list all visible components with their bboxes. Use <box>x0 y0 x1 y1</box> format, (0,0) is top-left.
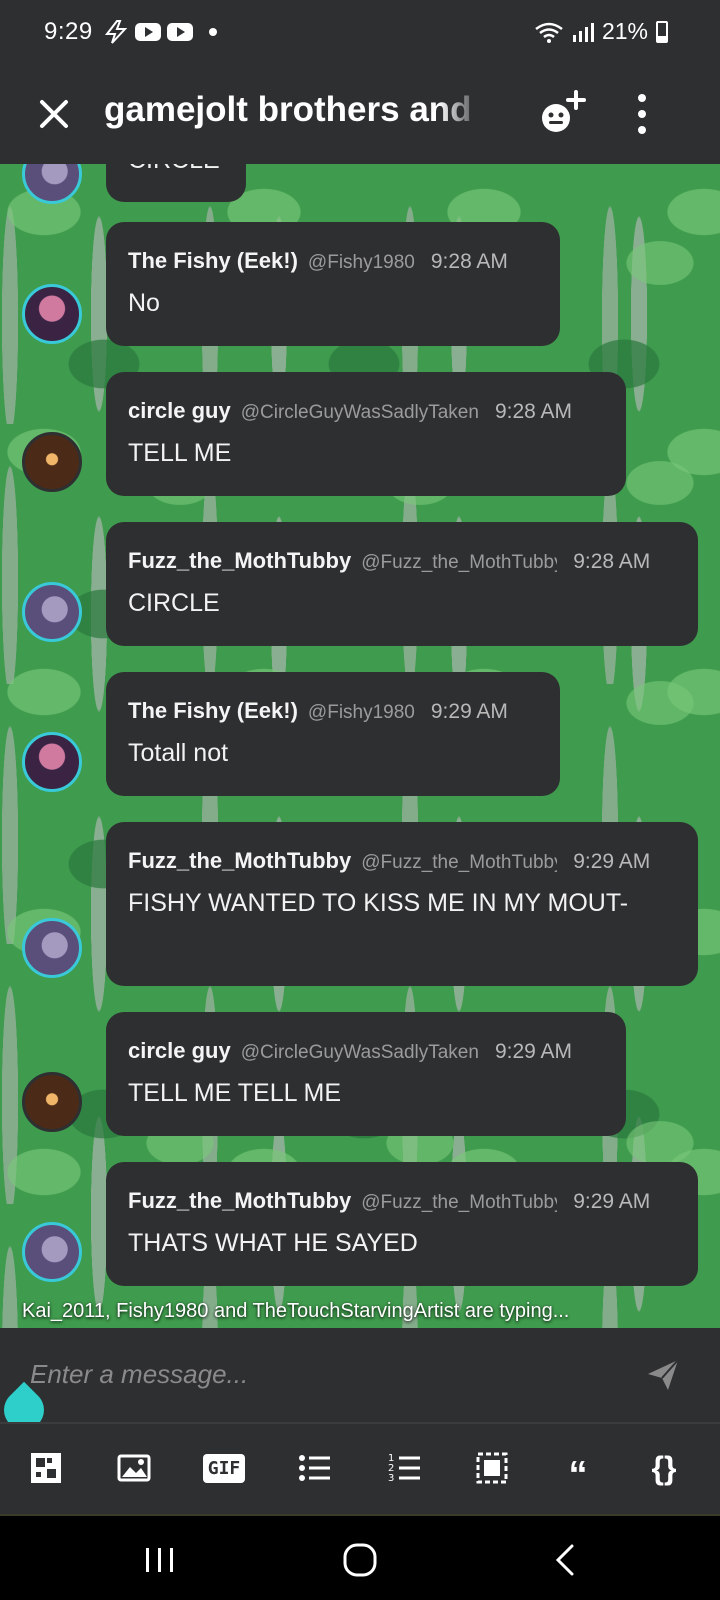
bullet-list-icon <box>299 1455 330 1481</box>
message-handle[interactable]: @CircleGuyWasSadlyTaken <box>241 1042 479 1064</box>
message-time: 9:28 AM <box>573 550 651 573</box>
message-text: TELL ME TELL ME <box>128 1079 342 1107</box>
message-bubble[interactable]: circle guy @CircleGuyWasSadlyTaken 9:29 … <box>106 1012 626 1136</box>
notification-dot-icon <box>208 28 217 36</box>
message-author[interactable]: circle guy <box>128 398 231 424</box>
status-bar: 9:29 21% <box>0 0 720 64</box>
message-text: No <box>128 289 160 317</box>
back-button[interactable] <box>546 1542 586 1578</box>
status-time: 9:29 <box>44 18 93 45</box>
more-options-button[interactable] <box>630 90 654 138</box>
message-text: CIRCLE <box>128 589 220 617</box>
close-icon <box>40 100 68 128</box>
gif-button[interactable]: GIF <box>202 1448 246 1488</box>
recent-apps-button[interactable] <box>140 1542 180 1578</box>
signal-icon <box>572 22 594 42</box>
avatar[interactable] <box>22 918 82 978</box>
message-handle[interactable]: @Fuzz_the_MothTubby <box>361 852 557 874</box>
message-author[interactable]: Fuzz_the_MothTubby <box>128 1188 351 1214</box>
add-member-button[interactable] <box>536 88 588 140</box>
flash-icon <box>104 20 128 44</box>
message-handle[interactable]: @Fishy1980 <box>308 252 415 274</box>
wifi-icon <box>535 22 563 43</box>
message-text: TELL ME <box>128 439 232 467</box>
svg-text:3: 3 <box>388 1473 394 1484</box>
message-author[interactable]: The Fishy (Eek!) <box>128 248 298 274</box>
chat-header: gamejolt brothers and sisters <box>0 64 720 164</box>
message-handle[interactable]: @Fishy1980 <box>308 702 415 724</box>
message-bubble[interactable]: Fuzz_the_MothTubby @Fuzz_the_MothTubby 9… <box>106 522 698 646</box>
quote-icon: “ <box>568 1454 588 1496</box>
message-composer <box>0 1328 720 1422</box>
message-time: 9:28 AM <box>430 250 508 273</box>
spoiler-button[interactable] <box>472 1448 512 1488</box>
message-handle[interactable]: @CircleGuyWasSadlyTaken <box>241 402 479 424</box>
room-title: gamejolt brothers and sisters <box>104 90 484 129</box>
avatar[interactable] <box>22 582 82 642</box>
message-text: Totall not <box>128 739 229 767</box>
code-icon: {} <box>651 1449 677 1486</box>
send-icon <box>648 1359 679 1390</box>
gif-icon: GIF <box>202 1453 246 1483</box>
quote-button[interactable]: “ <box>558 1448 598 1495</box>
image-button[interactable] <box>114 1448 154 1488</box>
back-icon <box>555 1544 574 1576</box>
message-bubble[interactable]: The Fishy (Eek!) @Fishy1980 9:28 AM No <box>106 222 560 346</box>
close-button[interactable] <box>34 94 74 134</box>
message-text: FISHY WANTED TO KISS ME IN MY MOUT- <box>128 889 629 917</box>
sticker-icon <box>31 1453 61 1483</box>
avatar[interactable] <box>22 164 82 204</box>
image-icon <box>117 1454 151 1482</box>
home-icon <box>343 1543 377 1577</box>
youtube-icon <box>166 23 193 41</box>
add-emoji-icon <box>542 90 586 132</box>
message-bubble[interactable]: Fuzz_the_MothTubby @Fuzz_the_MothTubby 9… <box>106 1162 698 1286</box>
send-button[interactable] <box>646 1358 680 1392</box>
more-vertical-icon <box>638 94 646 134</box>
sticker-button[interactable] <box>26 1448 66 1488</box>
message-author[interactable]: Fuzz_the_MothTubby <box>128 548 351 574</box>
message-bubble[interactable]: Fuzz_the_MothTubby @Fuzz_the_MothTubby 9… <box>106 822 698 986</box>
chat-messages[interactable]: CIRCLE The Fishy (Eek!) @Fishy1980 9:28 … <box>0 164 720 1328</box>
home-button[interactable] <box>340 1542 380 1578</box>
message-author[interactable]: Fuzz_the_MothTubby <box>128 848 351 874</box>
message-bubble[interactable]: circle guy @CircleGuyWasSadlyTaken 9:28 … <box>106 372 626 496</box>
message-text: THATS WHAT HE SAYED <box>128 1229 418 1257</box>
formatting-toolbar: GIF 123 “ {} <box>0 1424 720 1514</box>
message-time: 9:29 AM <box>573 850 651 873</box>
message-time: 9:29 AM <box>573 1190 651 1213</box>
message-time: 9:29 AM <box>494 1040 572 1063</box>
battery-icon <box>656 20 668 43</box>
message-bubble[interactable]: The Fishy (Eek!) @Fishy1980 9:29 AM Tota… <box>106 672 560 796</box>
message-author[interactable]: circle guy <box>128 1038 231 1064</box>
typing-indicator: Kai_2011, Fishy1980 and TheTouchStarving… <box>22 1300 570 1322</box>
avatar[interactable] <box>22 1072 82 1132</box>
recent-apps-icon <box>146 1548 173 1572</box>
numbered-list-button[interactable]: 123 <box>384 1448 424 1488</box>
youtube-icon <box>134 23 161 41</box>
spoiler-icon <box>476 1452 508 1484</box>
message-author[interactable]: The Fishy (Eek!) <box>128 698 298 724</box>
message-text: CIRCLE <box>128 164 220 175</box>
avatar[interactable] <box>22 432 82 492</box>
message-time: 9:28 AM <box>494 400 572 423</box>
avatar[interactable] <box>22 284 82 344</box>
message-handle[interactable]: @Fuzz_the_MothTubby <box>361 1192 557 1214</box>
message-handle[interactable]: @Fuzz_the_MothTubby <box>361 552 557 574</box>
bullet-list-button[interactable] <box>294 1448 334 1488</box>
code-button[interactable]: {} <box>644 1448 684 1488</box>
message-time: 9:29 AM <box>430 700 508 723</box>
battery-percent: 21% <box>601 18 648 44</box>
system-nav-bar <box>0 1514 720 1600</box>
avatar[interactable] <box>22 1222 82 1282</box>
numbered-list-icon: 123 <box>388 1453 420 1484</box>
message-bubble[interactable]: CIRCLE <box>106 164 246 202</box>
message-input[interactable] <box>30 1350 610 1398</box>
avatar[interactable] <box>22 732 82 792</box>
